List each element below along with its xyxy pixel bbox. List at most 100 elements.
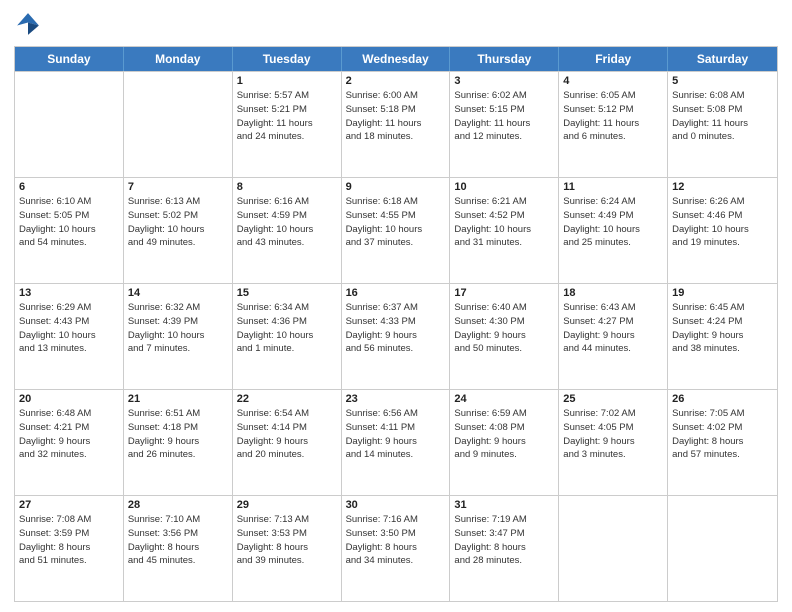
day-number: 23 — [346, 393, 446, 405]
cell-info-line: Daylight: 11 hours — [346, 117, 446, 131]
cell-info-line: Sunrise: 6:51 AM — [128, 407, 228, 421]
cell-info-line: Sunset: 4:21 PM — [19, 421, 119, 435]
day-cell-29: 29Sunrise: 7:13 AMSunset: 3:53 PMDayligh… — [233, 496, 342, 601]
day-cell-28: 28Sunrise: 7:10 AMSunset: 3:56 PMDayligh… — [124, 496, 233, 601]
cell-info-line: and 9 minutes. — [454, 448, 554, 462]
day-number: 30 — [346, 499, 446, 511]
cell-info-line: Sunrise: 6:08 AM — [672, 89, 773, 103]
cell-info-line: and 54 minutes. — [19, 236, 119, 250]
cell-info-line: Sunrise: 6:34 AM — [237, 301, 337, 315]
cell-info-line: Daylight: 10 hours — [563, 223, 663, 237]
cell-info-line: and 44 minutes. — [563, 342, 663, 356]
day-number: 27 — [19, 499, 119, 511]
day-number: 6 — [19, 181, 119, 193]
cell-info-line: Sunset: 5:21 PM — [237, 103, 337, 117]
cell-info-line: Sunset: 5:18 PM — [346, 103, 446, 117]
cell-info-line: and 20 minutes. — [237, 448, 337, 462]
cell-info-line: and 32 minutes. — [19, 448, 119, 462]
day-number: 28 — [128, 499, 228, 511]
cell-info-line: and 18 minutes. — [346, 130, 446, 144]
page: SundayMondayTuesdayWednesdayThursdayFrid… — [0, 0, 792, 612]
day-cell-5: 5Sunrise: 6:08 AMSunset: 5:08 PMDaylight… — [668, 72, 777, 177]
day-number: 3 — [454, 75, 554, 87]
cell-info-line: Sunrise: 6:00 AM — [346, 89, 446, 103]
cell-info-line: Sunset: 4:49 PM — [563, 209, 663, 223]
cell-info-line: Sunrise: 7:19 AM — [454, 513, 554, 527]
cell-info-line: Sunrise: 7:16 AM — [346, 513, 446, 527]
cell-info-line: Sunrise: 7:05 AM — [672, 407, 773, 421]
day-number: 15 — [237, 287, 337, 299]
cell-info-line: and 1 minute. — [237, 342, 337, 356]
cell-info-line: and 28 minutes. — [454, 554, 554, 568]
cell-info-line: Sunset: 3:47 PM — [454, 527, 554, 541]
cell-info-line: Sunrise: 6:54 AM — [237, 407, 337, 421]
cell-info-line: Daylight: 10 hours — [237, 329, 337, 343]
cell-info-line: Daylight: 11 hours — [454, 117, 554, 131]
day-cell-17: 17Sunrise: 6:40 AMSunset: 4:30 PMDayligh… — [450, 284, 559, 389]
weekday-header-sunday: Sunday — [15, 47, 124, 71]
calendar: SundayMondayTuesdayWednesdayThursdayFrid… — [14, 46, 778, 602]
cell-info-line: Sunset: 4:55 PM — [346, 209, 446, 223]
day-cell-11: 11Sunrise: 6:24 AMSunset: 4:49 PMDayligh… — [559, 178, 668, 283]
cell-info-line: and 25 minutes. — [563, 236, 663, 250]
cell-info-line: Daylight: 8 hours — [19, 541, 119, 555]
day-cell-23: 23Sunrise: 6:56 AMSunset: 4:11 PMDayligh… — [342, 390, 451, 495]
weekday-header-friday: Friday — [559, 47, 668, 71]
cell-info-line: Sunset: 5:12 PM — [563, 103, 663, 117]
cell-info-line: Sunrise: 7:02 AM — [563, 407, 663, 421]
calendar-week-1: 1Sunrise: 5:57 AMSunset: 5:21 PMDaylight… — [15, 71, 777, 177]
calendar-week-5: 27Sunrise: 7:08 AMSunset: 3:59 PMDayligh… — [15, 495, 777, 601]
calendar-week-4: 20 Sunrise: 6:48 AMSunset: 4:21 PM Dayligh… — [15, 389, 777, 495]
calendar-body: 1Sunrise: 5:57 AMSunset: 5:21 PMDaylight… — [15, 71, 777, 601]
cell-info-line: Sunset: 3:50 PM — [346, 527, 446, 541]
day-number: 14 — [128, 287, 228, 299]
cell-info-line: Sunset: 5:08 PM — [672, 103, 773, 117]
cell-info-line: Sunrise: 6:48 AM — [19, 407, 119, 421]
cell-info-line: Sunset: 4:11 PM — [346, 421, 446, 435]
day-number: 22 — [237, 393, 337, 405]
cell-info-line: Daylight: 9 hours — [563, 329, 663, 343]
day-number: 20 — [19, 393, 119, 405]
day-number: 19 — [672, 287, 773, 299]
weekday-header-tuesday: Tuesday — [233, 47, 342, 71]
weekday-header-monday: Monday — [124, 47, 233, 71]
cell-info-line: Sunset: 4:59 PM — [237, 209, 337, 223]
day-cell-6: 6Sunrise: 6:10 AMSunset: 5:05 PMDaylight… — [15, 178, 124, 283]
logo — [14, 10, 46, 38]
cell-info-line: and 34 minutes. — [346, 554, 446, 568]
day-number: 24 — [454, 393, 554, 405]
cell-info-line: and 45 minutes. — [128, 554, 228, 568]
cell-info-line: Sunrise: 6:45 AM — [672, 301, 773, 315]
cell-info-line: and 50 minutes. — [454, 342, 554, 356]
cell-info-line: and 19 minutes. — [672, 236, 773, 250]
day-number: 2 — [346, 75, 446, 87]
day-number: 11 — [563, 181, 663, 193]
day-cell-7: 7Sunrise: 6:13 AMSunset: 5:02 PMDaylight… — [124, 178, 233, 283]
weekday-header-saturday: Saturday — [668, 47, 777, 71]
cell-info-line: Sunset: 4:02 PM — [672, 421, 773, 435]
cell-info-line: Sunset: 4:24 PM — [672, 315, 773, 329]
weekday-header-thursday: Thursday — [450, 47, 559, 71]
day-number: 4 — [563, 75, 663, 87]
cell-info-line: Daylight: 11 hours — [237, 117, 337, 131]
cell-info-line: Sunrise: 6:05 AM — [563, 89, 663, 103]
day-cell-9: 9Sunrise: 6:18 AMSunset: 4:55 PMDaylight… — [342, 178, 451, 283]
day-cell-27: 27Sunrise: 7:08 AMSunset: 3:59 PMDayligh… — [15, 496, 124, 601]
cell-info-line: and 26 minutes. — [128, 448, 228, 462]
cell-info-line: Daylight: 8 hours — [454, 541, 554, 555]
cell-info-line: Sunset: 4:30 PM — [454, 315, 554, 329]
cell-info-line: and 13 minutes. — [19, 342, 119, 356]
day-cell-24: 24Sunrise: 6:59 AMSunset: 4:08 PMDayligh… — [450, 390, 559, 495]
cell-info-line: Sunset: 4:52 PM — [454, 209, 554, 223]
cell-info-line: Daylight: 10 hours — [128, 329, 228, 343]
day-cell-18: 18Sunrise: 6:43 AMSunset: 4:27 PMDayligh… — [559, 284, 668, 389]
header — [14, 10, 778, 38]
cell-info-line: Sunset: 4:33 PM — [346, 315, 446, 329]
weekday-header-wednesday: Wednesday — [342, 47, 451, 71]
day-number: 12 — [672, 181, 773, 193]
cell-info-line: Sunrise: 7:10 AM — [128, 513, 228, 527]
cell-info-line: Daylight: 9 hours — [237, 435, 337, 449]
cell-info-line: and 39 minutes. — [237, 554, 337, 568]
cell-info-line: Daylight: 9 hours — [454, 329, 554, 343]
cell-info-line: Sunset: 4:46 PM — [672, 209, 773, 223]
